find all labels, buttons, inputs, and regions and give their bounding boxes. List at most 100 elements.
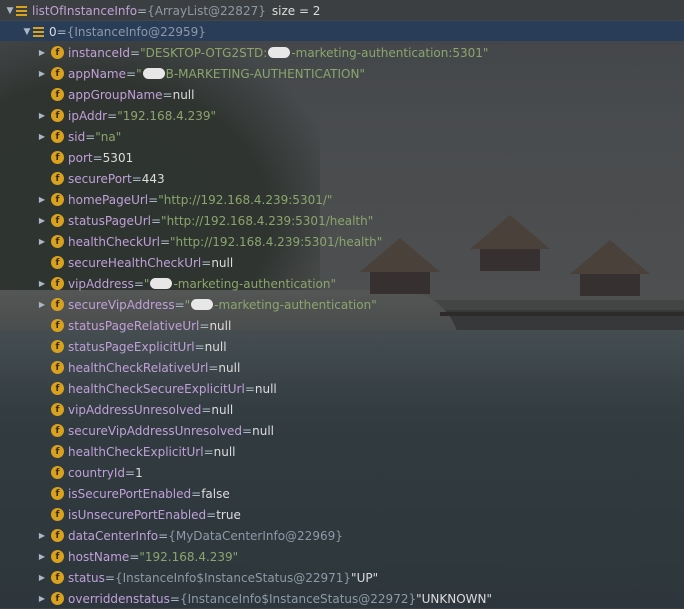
field-icon: f xyxy=(51,529,64,542)
equals-sign: = xyxy=(242,423,253,438)
field-name: statusPageExplicitUrl xyxy=(68,339,195,354)
field-icon: f xyxy=(51,466,64,479)
redaction-blot xyxy=(191,299,214,310)
field-row-securePort[interactable]: f securePort = 443 xyxy=(36,168,165,189)
expand-arrow-icon[interactable]: ▶ xyxy=(36,279,48,288)
expand-arrow-icon[interactable]: ▶ xyxy=(36,69,48,78)
field-name: instanceId xyxy=(68,45,130,60)
field-value-suffix: B-MARKETING-AUTHENTICATION" xyxy=(165,66,365,81)
equals-sign: = xyxy=(137,3,148,18)
equals-sign: = xyxy=(199,318,210,333)
equals-sign: = xyxy=(85,129,96,144)
field-name: ipAddr xyxy=(68,108,108,123)
field-icon: f xyxy=(51,319,64,332)
field-row-healthCheckUrl[interactable]: ▶ f healthCheckUrl = "http://192.168.4.239… xyxy=(36,231,382,252)
field-row-dataCenterInfo[interactable]: ▶ f dataCenterInfo = {MyDataCenterInfo@229… xyxy=(36,525,343,546)
expand-arrow-icon[interactable]: ▶ xyxy=(36,573,48,582)
expand-arrow-icon[interactable]: ▶ xyxy=(36,594,48,603)
expand-arrow-icon[interactable]: ▶ xyxy=(36,132,48,141)
field-value: false xyxy=(201,486,230,501)
equals-sign: = xyxy=(133,276,144,291)
field-icon: f xyxy=(51,571,64,584)
field-name: statusPageRelativeUrl xyxy=(68,318,200,333)
field-row-vipAddress[interactable]: ▶ f vipAddress = " -marketing-authenticatio… xyxy=(36,273,336,294)
field-icon: f xyxy=(51,340,64,353)
field-icon: f xyxy=(51,508,64,521)
equals-sign: = xyxy=(131,171,142,186)
equals-sign: = xyxy=(125,465,136,480)
expand-arrow-icon[interactable]: ▼ xyxy=(4,6,16,16)
field-icon: f xyxy=(51,487,64,500)
equals-sign: = xyxy=(159,234,171,249)
equals-sign: = xyxy=(162,87,173,102)
expand-arrow-icon[interactable]: ▶ xyxy=(36,216,48,225)
field-row-secureVipAddress[interactable]: ▶ f secureVipAddress = " -marketing-authent… xyxy=(36,294,377,315)
field-value-suffix: -marketing-authentication:5301" xyxy=(291,45,489,60)
field-value-suffix: "UP" xyxy=(351,570,379,585)
field-row-secureHealthCheckUrl[interactable]: f secureHealthCheckUrl = null xyxy=(36,252,233,273)
field-row-instanceId[interactable]: ▶ f instanceId = "DESKTOP-OTG2STD: -marketi… xyxy=(36,42,489,63)
equals-sign: = xyxy=(208,360,219,375)
field-value: null xyxy=(209,318,232,333)
field-row-ipAddr[interactable]: ▶ f ipAddr = "192.168.4.239" xyxy=(36,105,216,126)
equals-sign: = xyxy=(244,381,255,396)
field-value: null xyxy=(172,87,195,102)
equals-sign: = xyxy=(130,45,141,60)
list-icon xyxy=(16,5,27,16)
field-row-hostName[interactable]: ▶ f hostName = "192.168.4.239" xyxy=(36,546,238,567)
expand-arrow-icon[interactable]: ▶ xyxy=(36,237,48,246)
field-value: " xyxy=(143,276,150,291)
field-icon: f xyxy=(51,382,64,395)
field-name: appGroupName xyxy=(68,87,163,102)
field-row-healthCheckSecureExplicitUrl[interactable]: f healthCheckSecureExplicitUrl = null xyxy=(36,378,277,399)
field-value: " xyxy=(136,66,142,81)
field-name: healthCheckUrl xyxy=(68,234,160,249)
field-row-secureVipAddressUnresolved[interactable]: f secureVipAddressUnresolved = null xyxy=(36,420,274,441)
field-icon: f xyxy=(51,151,64,164)
field-row-isUnsecurePortEnabled[interactable]: f isUnsecurePortEnabled = true xyxy=(36,504,241,525)
field-icon: f xyxy=(51,256,64,269)
expand-arrow-icon[interactable]: ▼ xyxy=(21,27,33,37)
expand-arrow-icon[interactable]: ▶ xyxy=(36,48,48,57)
expand-arrow-icon[interactable]: ▶ xyxy=(36,111,48,120)
field-icon: f xyxy=(51,235,64,248)
expand-arrow-icon[interactable]: ▶ xyxy=(36,300,48,309)
field-row-healthCheckExplicitUrl[interactable]: f healthCheckExplicitUrl = null xyxy=(36,441,236,462)
field-value: true xyxy=(216,507,241,522)
equals-sign: = xyxy=(201,255,212,270)
variable-name: listOfInstanceInfo xyxy=(32,3,138,18)
field-value-suffix: -marketing-authentication" xyxy=(214,297,377,312)
field-value: 1 xyxy=(135,465,143,480)
field-name: countryId xyxy=(68,465,126,480)
field-row-statusPageRelativeUrl[interactable]: f statusPageRelativeUrl = null xyxy=(36,315,231,336)
field-row-vipAddressUnresolved[interactable]: f vipAddressUnresolved = null xyxy=(36,399,233,420)
field-icon: f xyxy=(51,403,64,416)
tree-row-root[interactable]: ▼ listOfInstanceInfo = {ArrayList@22827}… xyxy=(4,0,321,21)
tree-row-item-0[interactable]: ▼ 0 = {InstanceInfo@22959} xyxy=(21,21,206,42)
field-row-healthCheckRelativeUrl[interactable]: f healthCheckRelativeUrl = null xyxy=(36,357,240,378)
field-row-homePageUrl[interactable]: ▶ f homePageUrl = "http://192.168.4.239:53… xyxy=(36,189,332,210)
field-row-status[interactable]: ▶ f status = {InstanceInfo$InstanceStatus@… xyxy=(36,567,378,588)
field-row-port[interactable]: f port = 5301 xyxy=(36,147,133,168)
expand-arrow-icon[interactable]: ▶ xyxy=(36,531,48,540)
field-icon: f xyxy=(51,109,64,122)
field-value: "192.168.4.239" xyxy=(117,108,217,123)
field-row-countryId[interactable]: f countryId = 1 xyxy=(36,462,143,483)
field-row-sid[interactable]: ▶ f sid = "na" xyxy=(36,126,121,147)
field-row-overriddenstatus[interactable]: ▶ f overriddenstatus = {InstanceInfo$Insta… xyxy=(36,588,492,609)
expand-arrow-icon[interactable]: ▶ xyxy=(36,552,48,561)
field-value: {InstanceInfo$InstanceStatus@22972} xyxy=(179,591,417,606)
expand-arrow-icon[interactable]: ▶ xyxy=(36,195,48,204)
field-name: healthCheckRelativeUrl xyxy=(68,360,209,375)
field-row-appName[interactable]: ▶ f appName = " B-MARKETING-AUTHENTICATION" xyxy=(36,63,365,84)
field-name: healthCheckSecureExplicitUrl xyxy=(68,381,245,396)
field-row-isSecurePortEnabled[interactable]: f isSecurePortEnabled = false xyxy=(36,483,230,504)
field-name: vipAddressUnresolved xyxy=(68,402,202,417)
equals-sign: = xyxy=(158,528,169,543)
field-row-statusPageUrl[interactable]: ▶ f statusPageUrl = "http://192.168.4.239:… xyxy=(36,210,373,231)
field-icon: f xyxy=(51,67,64,80)
equals-sign: = xyxy=(194,339,205,354)
field-row-appGroupName[interactable]: f appGroupName = null xyxy=(36,84,194,105)
field-icon: f xyxy=(51,130,64,143)
field-row-statusPageExplicitUrl[interactable]: f statusPageExplicitUrl = null xyxy=(36,336,227,357)
